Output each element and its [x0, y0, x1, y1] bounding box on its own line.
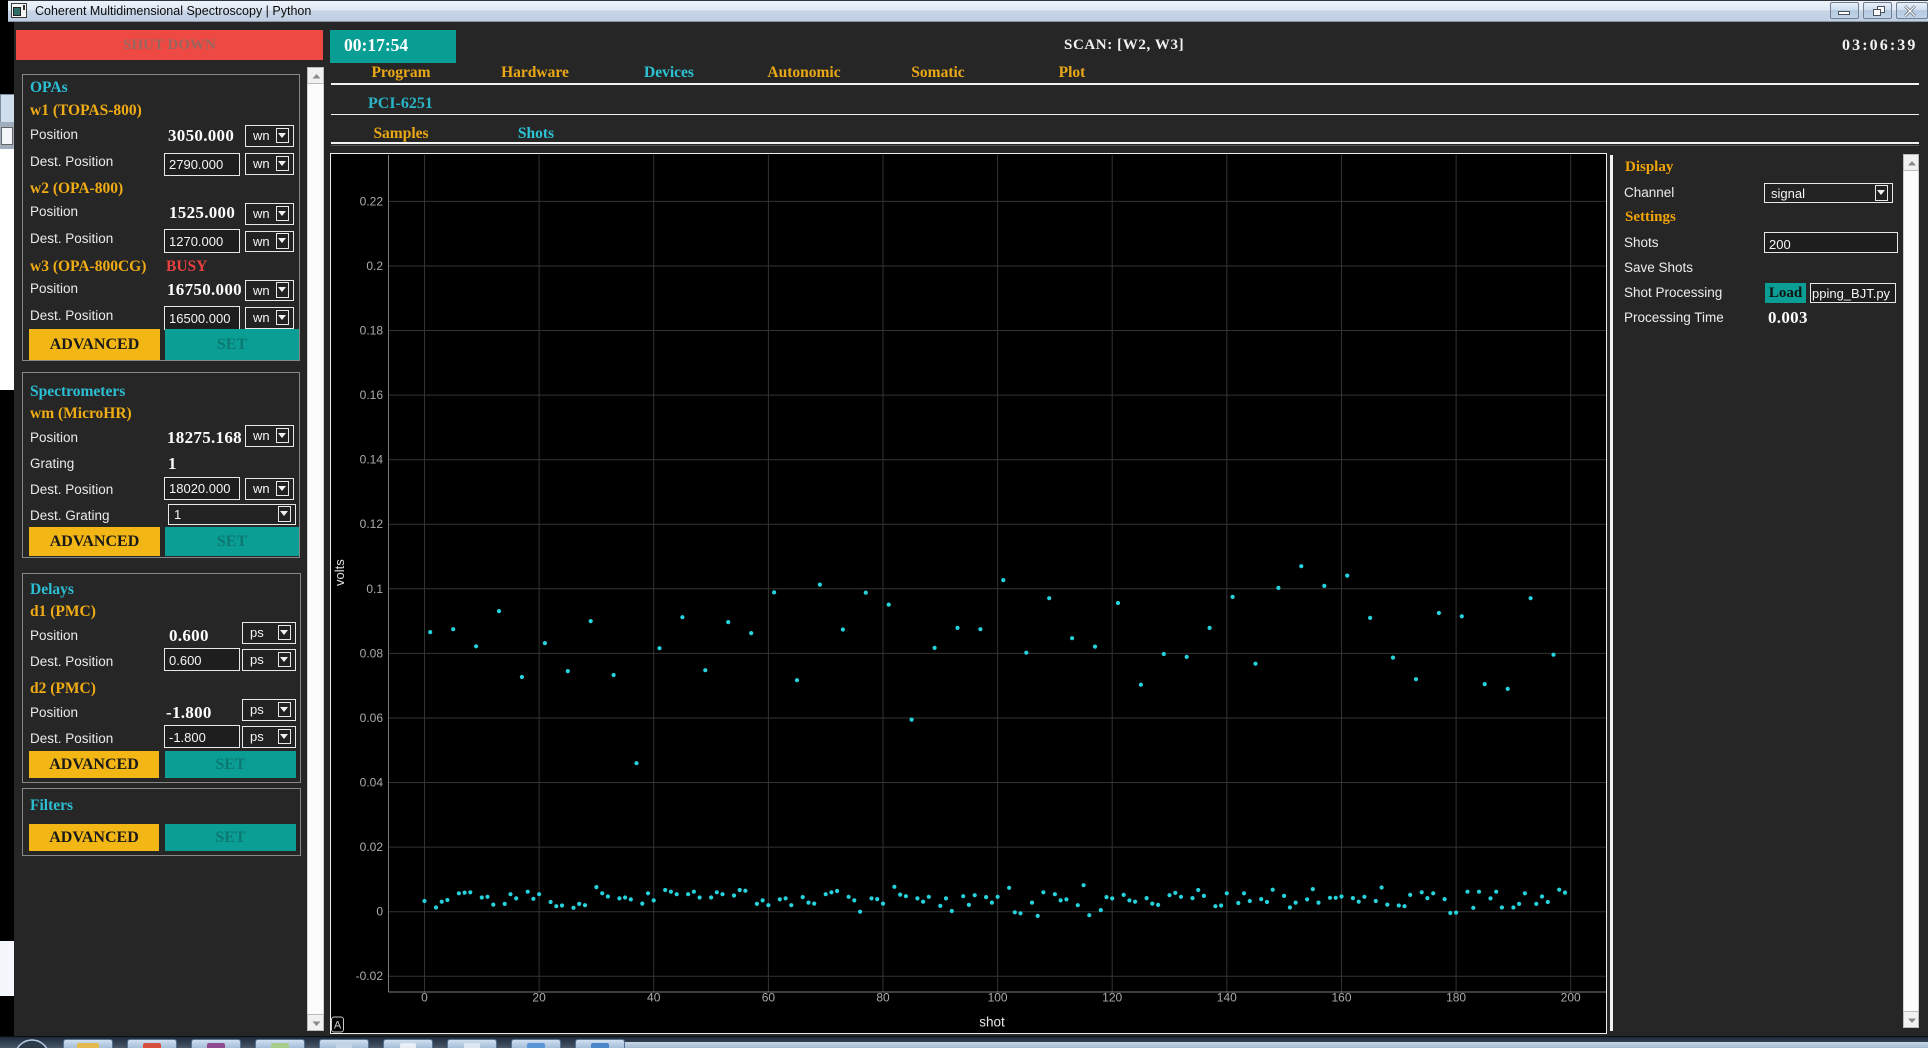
svg-text:0.04: 0.04	[360, 776, 384, 790]
svg-text:-0.02: -0.02	[356, 969, 384, 983]
svg-text:160: 160	[1331, 991, 1351, 1005]
svg-text:0.2: 0.2	[366, 259, 383, 273]
svg-text:0.1: 0.1	[366, 582, 383, 596]
svg-text:0.16: 0.16	[360, 388, 384, 402]
svg-text:40: 40	[647, 991, 661, 1005]
svg-text:60: 60	[762, 991, 776, 1005]
svg-text:0.02: 0.02	[360, 840, 384, 854]
svg-text:180: 180	[1446, 991, 1466, 1005]
svg-text:volts: volts	[332, 559, 347, 586]
svg-text:0.18: 0.18	[360, 324, 384, 338]
svg-text:100: 100	[988, 991, 1008, 1005]
svg-text:A: A	[334, 1020, 342, 1032]
svg-text:200: 200	[1561, 991, 1581, 1005]
svg-text:0: 0	[376, 905, 383, 919]
svg-text:0.06: 0.06	[360, 711, 384, 725]
svg-text:0.22: 0.22	[360, 194, 384, 208]
svg-text:shot: shot	[979, 1015, 1005, 1030]
svg-text:0.12: 0.12	[360, 517, 384, 531]
svg-text:0.14: 0.14	[360, 453, 384, 467]
svg-text:0.08: 0.08	[360, 646, 384, 660]
svg-text:140: 140	[1217, 991, 1237, 1005]
svg-text:80: 80	[876, 991, 890, 1005]
svg-text:0: 0	[421, 991, 428, 1005]
svg-text:120: 120	[1102, 991, 1122, 1005]
svg-text:20: 20	[532, 991, 546, 1005]
